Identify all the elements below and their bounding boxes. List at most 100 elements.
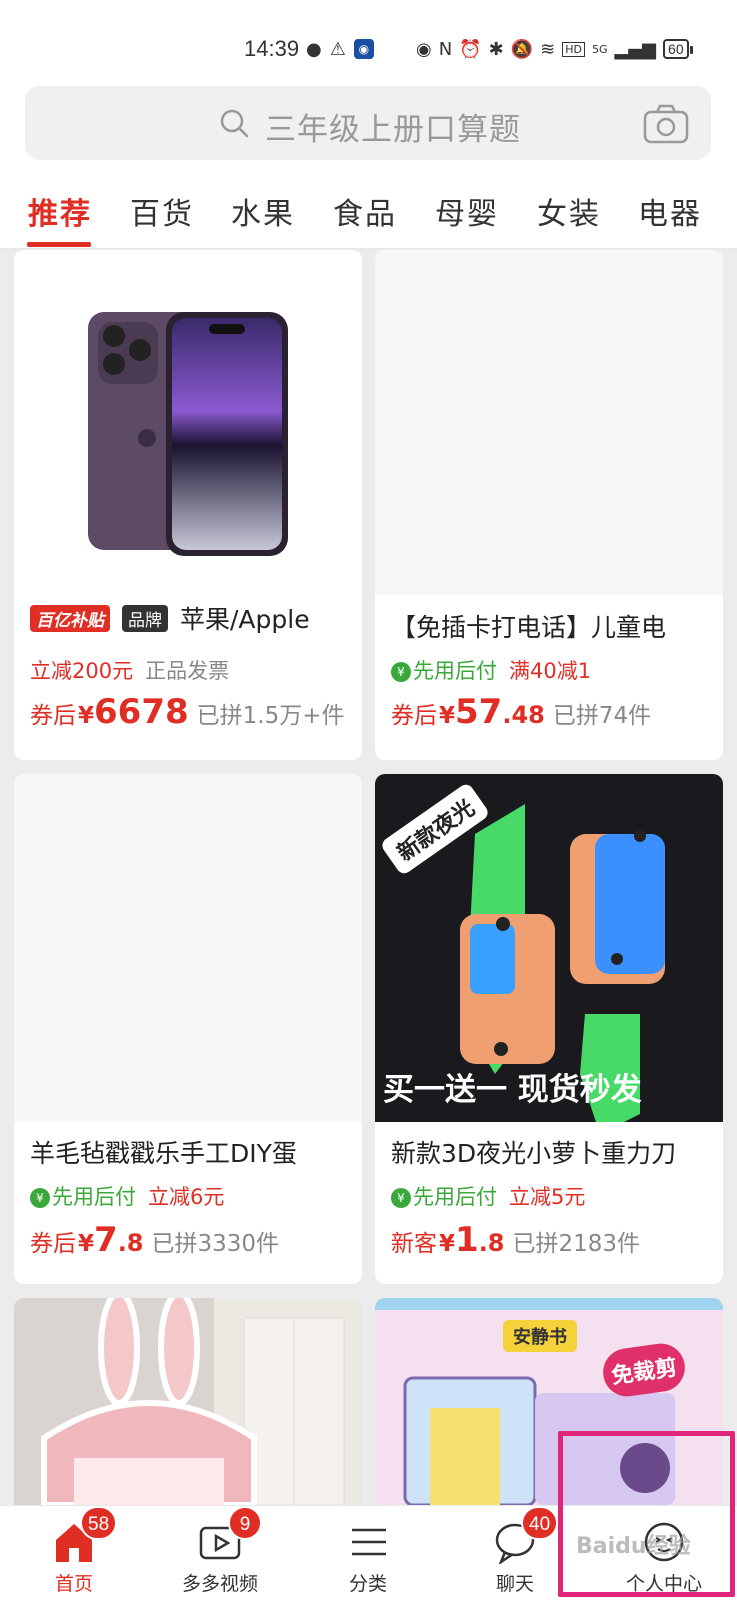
pay-later-icon: ¥ (391, 1188, 411, 1208)
signal-bars-icon: ▂▄▆ (614, 38, 657, 60)
tab-recommend[interactable]: 推荐 (28, 189, 92, 233)
product-title: 【免插卡打电话】儿童电 (391, 613, 667, 642)
nfc-icon: N (438, 38, 453, 60)
hd-icon: HD (562, 41, 585, 57)
wechat-icon: ● (306, 38, 322, 60)
brand-badge: 品牌 (122, 604, 168, 632)
price: 1 (455, 1220, 479, 1260)
warning-icon: ⚠ (329, 38, 346, 60)
status-bar: 14:39 ● ⚠ ◉ ◉ N ⏰ ✱ 🔕 ≋ HD 5G ▂▄▆ 60 (0, 0, 737, 80)
alarm-icon: ⏰ (459, 38, 482, 60)
product-title-row: 百亿补贴 品牌 苹果/Apple (30, 600, 310, 636)
product-card[interactable] (14, 1298, 362, 1505)
search-bar[interactable]: 三年级上册口算题 (25, 86, 711, 160)
price-row: 新客 ¥ 1 .8 已拼2183件 (391, 1220, 640, 1260)
pay-later-tag: ¥ 先用后付 (30, 1181, 136, 1211)
price: 7 (94, 1220, 118, 1260)
product-tags: ¥ 先用后付 立减5元 (391, 1181, 585, 1211)
tab-profile-label: 个人中心 (625, 1573, 702, 1595)
product-tags: ¥ 先用后付 立减6元 (30, 1181, 224, 1211)
tab-general-goods[interactable]: 百货 (130, 189, 194, 233)
tab-womens-clothing[interactable]: 女装 (537, 189, 601, 233)
discount-tag: 立减200元 (30, 659, 134, 683)
mute-icon: 🔕 (510, 38, 534, 60)
price-prefix: 券后 (30, 703, 76, 729)
tab-food[interactable]: 食品 (333, 189, 397, 233)
price: 6678 (94, 692, 189, 732)
sold-count: 已拼1.5万+件 (196, 703, 345, 729)
price-prefix: 券后 (30, 1231, 76, 1257)
product-title: 新款3D夜光小萝卜重力刀 (391, 1139, 677, 1168)
currency-symbol: ¥ (439, 703, 456, 729)
currency-symbol: ¥ (439, 1231, 456, 1257)
sold-count: 已拼2183件 (512, 1231, 641, 1257)
product-image (14, 250, 362, 595)
tab-category-label: 分类 (348, 1573, 387, 1595)
search-placeholder: 三年级上册口算题 (265, 112, 521, 148)
product-image-placeholder (375, 250, 723, 595)
product-card[interactable]: 羊毛毡戳戳乐手工DIY蛋 ¥ 先用后付 立减6元 券后 ¥ 7 .8 已拼3330… (14, 774, 362, 1284)
product-card[interactable]: 新款夜光 买一送一 现货秒发 新款3D夜光小萝卜重力刀 ¥ 先用后付 立减5元 新… (375, 774, 723, 1284)
tab-home[interactable]: 58 首页 (14, 1506, 134, 1600)
discount-tag: 立减5元 (509, 1185, 586, 1209)
price-decimal: .48 (502, 701, 545, 729)
bed-image (14, 1298, 362, 1505)
product-card[interactable]: 【免插卡打电话】儿童电 ¥ 先用后付 满40减1 券后 ¥ 57 .48 已拼74… (375, 250, 723, 760)
tab-chat[interactable]: 40 聊天 (455, 1506, 575, 1600)
product-title: 苹果/Apple (180, 605, 310, 634)
price-row: 券后 ¥ 57 .48 已拼74件 (391, 692, 651, 732)
tab-category[interactable]: 分类 (308, 1506, 428, 1600)
category-tabs: 推荐 百货 水果 食品 母婴 女装 电器 (0, 173, 737, 249)
product-title: 羊毛毡戳戳乐手工DIY蛋 (30, 1139, 297, 1168)
currency-symbol: ¥ (78, 703, 95, 729)
eye-icon: ◉ (416, 38, 432, 60)
price-decimal: .8 (478, 1229, 505, 1257)
app-notification-icon: ◉ (353, 39, 374, 59)
home-badge: 58 (80, 1506, 118, 1540)
image-label-quiet-book: 安静书 (503, 1320, 577, 1352)
sold-count: 已拼74件 (552, 703, 652, 729)
tab-video-label: 多多视频 (181, 1573, 258, 1595)
image-label-promo: 买一送一 现货秒发 (383, 1072, 642, 1108)
invoice-tag: 正品发票 (145, 659, 230, 683)
pay-later-tag: ¥ 先用后付 (391, 655, 497, 685)
tab-baby[interactable]: 母婴 (435, 189, 499, 233)
video-badge: 9 (228, 1506, 262, 1540)
product-card[interactable]: 百亿补贴 品牌 苹果/Apple 立减200元 正品发票 券后 ¥ 6678 已… (14, 250, 362, 760)
pay-later-icon: ¥ (30, 1188, 50, 1208)
price-row: 券后 ¥ 6678 已拼1.5万+件 (30, 692, 345, 732)
chat-badge: 40 (521, 1506, 559, 1540)
currency-symbol: ¥ (78, 1231, 95, 1257)
search-header: 三年级上册口算题 (0, 80, 737, 173)
price: 57 (455, 692, 503, 732)
signal-icon: 5G (591, 42, 608, 56)
price-row: 券后 ¥ 7 .8 已拼3330件 (30, 1220, 279, 1260)
tab-fruit[interactable]: 水果 (231, 189, 295, 233)
product-tags: ¥ 先用后付 满40减1 (391, 655, 591, 685)
active-tab-indicator (27, 242, 91, 247)
price-prefix: 新客 (391, 1231, 437, 1257)
sold-count: 已拼3330件 (151, 1231, 280, 1257)
category-list-icon (352, 1528, 386, 1556)
price-decimal: .8 (117, 1229, 144, 1257)
tab-video[interactable]: 9 多多视频 (160, 1506, 280, 1600)
camera-icon[interactable] (643, 104, 689, 144)
product-image-placeholder (14, 774, 362, 1122)
subsidy-badge: 百亿补贴 (30, 604, 110, 632)
wifi-icon: ≋ (540, 38, 556, 60)
battery-icon: 60 (663, 39, 693, 59)
search-icon (220, 109, 249, 138)
price-prefix: 券后 (391, 703, 437, 729)
status-icons: ● ⚠ ◉ ◉ N ⏰ ✱ 🔕 ≋ HD 5G ▂▄▆ 60 (306, 36, 693, 62)
tab-chat-label: 聊天 (495, 1573, 534, 1595)
bluetooth-icon: ✱ (488, 38, 504, 60)
watermark-logo: Baidu经验 (576, 1534, 691, 1559)
product-card[interactable]: 安静书 免裁剪 (375, 1298, 723, 1505)
discount-tag: 立减6元 (148, 1185, 225, 1209)
tab-home-label: 首页 (54, 1573, 93, 1595)
product-tags: 立减200元 正品发票 (30, 655, 229, 685)
pay-later-icon: ¥ (391, 662, 411, 682)
tab-appliances[interactable]: 电器 (638, 189, 702, 233)
discount-tag: 满40减1 (509, 659, 592, 683)
pay-later-tag: ¥ 先用后付 (391, 1181, 497, 1211)
